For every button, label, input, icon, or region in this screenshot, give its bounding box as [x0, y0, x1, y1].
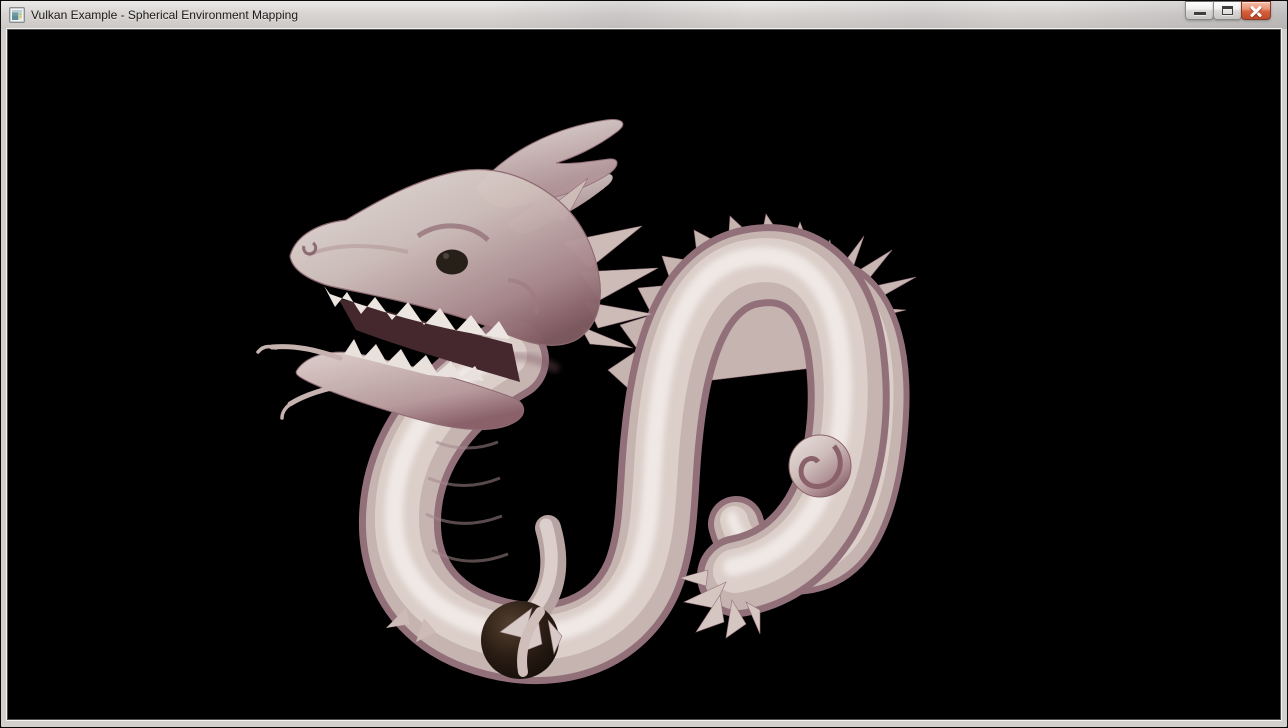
window-titlebar[interactable]: Vulkan Example - Spherical Environment M… — [1, 1, 1287, 29]
application-window-icon — [9, 7, 25, 23]
dragon-head — [258, 120, 658, 430]
window-title: Vulkan Example - Spherical Environment M… — [31, 1, 298, 29]
close-button[interactable] — [1241, 1, 1271, 20]
minimize-icon — [1194, 12, 1206, 15]
dragon-eye — [436, 250, 468, 275]
close-icon — [1249, 5, 1263, 17]
render-viewport[interactable] — [7, 29, 1281, 720]
minimize-button[interactable] — [1185, 1, 1214, 20]
window-controls — [1186, 1, 1271, 20]
dragon-figure — [258, 120, 916, 679]
maximize-icon — [1222, 6, 1233, 15]
dragon-model — [8, 30, 1280, 719]
maximize-button[interactable] — [1213, 1, 1242, 20]
dragon-haunch — [789, 435, 851, 497]
app-window: Vulkan Example - Spherical Environment M… — [0, 0, 1288, 728]
dragon-front-leg — [532, 525, 553, 614]
